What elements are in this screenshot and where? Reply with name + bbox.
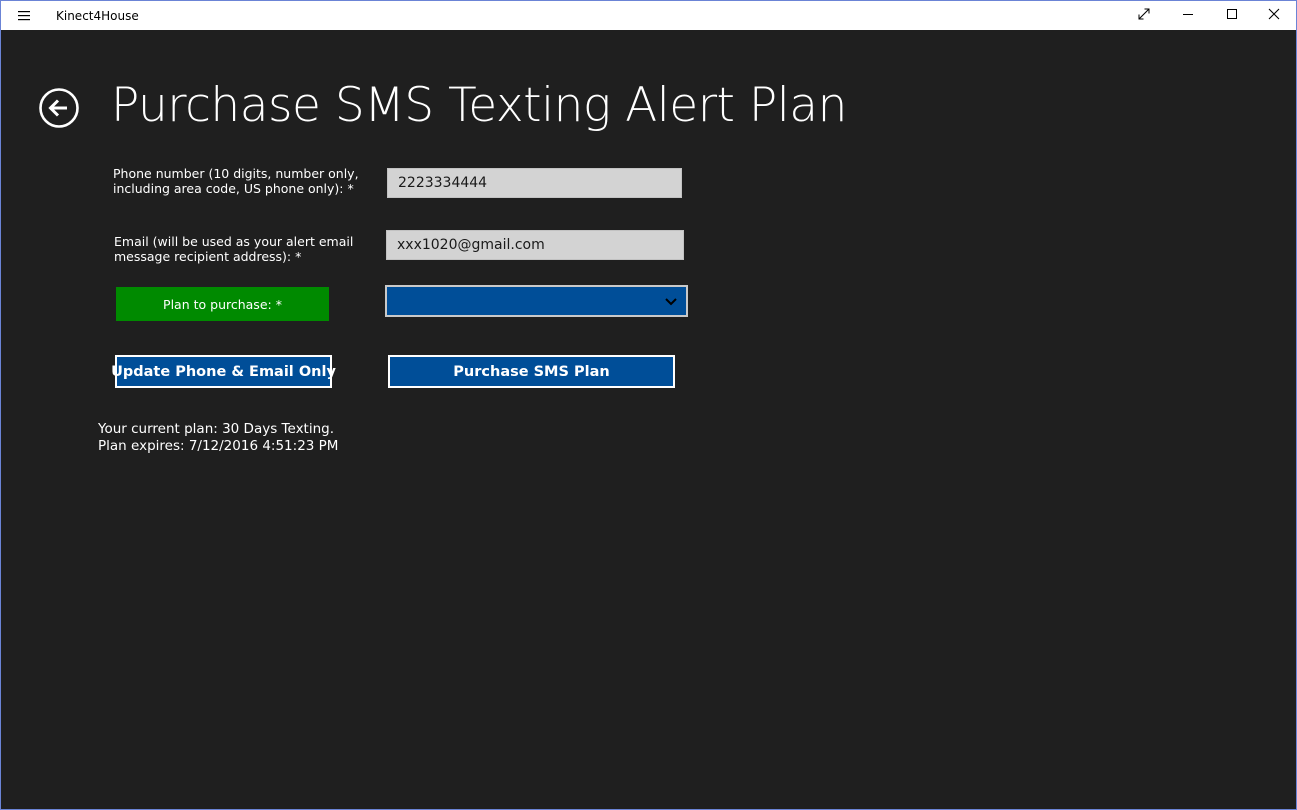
close-button[interactable] [1252,1,1296,30]
plan-status: Your current plan: 30 Days Texting. Plan… [98,421,338,455]
title-bar[interactable]: Kinect4House [1,1,1296,30]
plan-dropdown[interactable] [385,285,688,317]
minimize-button[interactable] [1166,1,1210,30]
close-icon [1268,7,1280,25]
plan-label: Plan to purchase: * [116,287,329,321]
update-phone-email-button[interactable]: Update Phone & Email Only [111,355,336,388]
hamburger-icon[interactable] [10,6,38,26]
email-label-line2: message recipient address): * [114,249,302,264]
current-plan-text: Your current plan: 30 Days Texting. [98,421,335,437]
phone-label: Phone number (10 digits, number only, in… [113,166,359,196]
main-content: Purchase SMS Texting Alert Plan Phone nu… [1,30,1296,809]
app-window: Kinect4House Purchase SMS Texting Alert … [0,0,1297,810]
plan-expires-text: Plan expires: 7/12/2016 4:51:23 PM [98,438,339,454]
app-title: Kinect4House [56,9,139,23]
phone-input[interactable]: 2223334444 [387,168,682,198]
phone-label-line2: including area code, US phone only): * [113,181,354,196]
purchase-sms-plan-button[interactable]: Purchase SMS Plan [388,355,675,388]
chevron-down-icon [664,295,678,307]
email-input[interactable]: xxx1020@gmail.com [386,230,684,260]
maximize-icon [1226,7,1238,25]
email-label-line1: Email (will be used as your alert email [114,234,354,249]
email-label: Email (will be used as your alert email … [114,234,353,264]
back-arrow-circle-icon [38,88,80,133]
phone-label-line1: Phone number (10 digits, number only, [113,166,359,181]
back-button[interactable] [38,87,80,129]
fullscreen-button[interactable] [1122,1,1166,30]
expand-diagonal-icon [1138,7,1150,25]
page-title: Purchase SMS Texting Alert Plan [111,78,847,133]
maximize-button[interactable] [1210,1,1254,30]
minimize-icon [1182,7,1194,25]
